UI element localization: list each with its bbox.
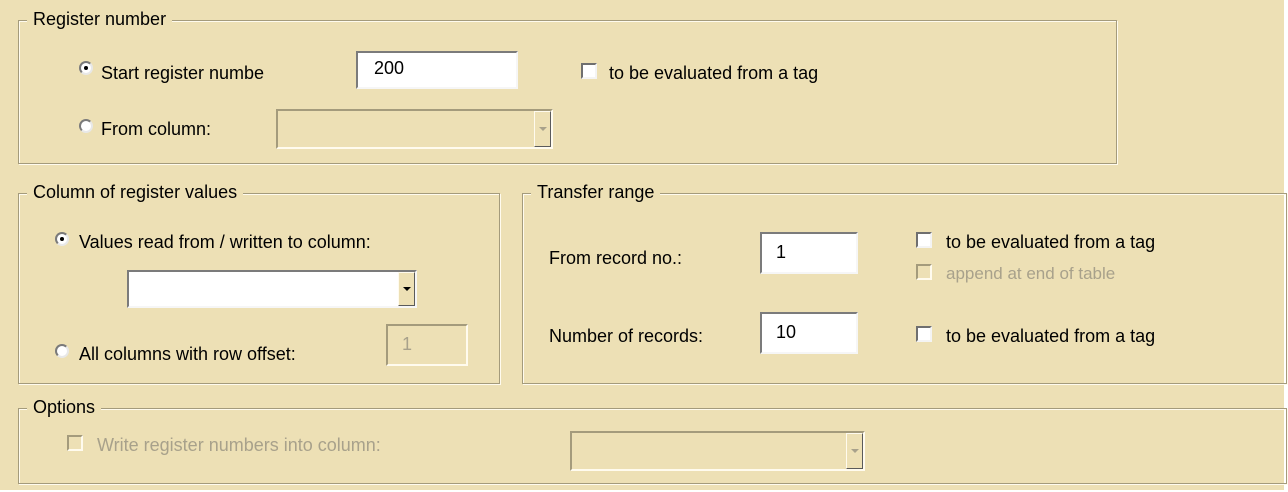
chevron-down-icon: [402, 287, 411, 291]
start-register-radio[interactable]: [79, 61, 93, 75]
values-column-dropdown-button[interactable]: [398, 272, 415, 306]
all-columns-radio[interactable]: [55, 344, 69, 358]
values-rw-radio[interactable]: [55, 232, 69, 246]
transfer-range-title: Transfer range: [531, 180, 661, 204]
from-column-label: From column:: [101, 119, 212, 139]
write-numbers-dropdown-button[interactable]: [846, 433, 863, 469]
start-register-label: Start register numbe: [101, 63, 265, 83]
num-records-label: Number of records:: [549, 326, 704, 346]
values-column-select[interactable]: [127, 270, 417, 308]
append-end-checkbox[interactable]: [916, 264, 932, 280]
from-record-input[interactable]: 1: [760, 232, 858, 274]
write-numbers-checkbox[interactable]: [67, 435, 83, 451]
from-record-eval-checkbox[interactable]: [916, 232, 932, 248]
options-group: Options Write register numbers into colu…: [18, 395, 1287, 484]
append-end-label: append at end of table: [946, 264, 1116, 283]
chevron-down-icon: [538, 127, 547, 131]
num-records-input[interactable]: 10: [760, 312, 858, 354]
chevron-down-icon: [850, 449, 859, 453]
num-records-eval-label: to be evaluated from a tag: [946, 326, 1156, 346]
from-record-label: From record no.:: [549, 248, 683, 268]
write-numbers-column-select[interactable]: [570, 431, 865, 471]
start-register-eval-checkbox[interactable]: [581, 63, 597, 79]
values-rw-label: Values read from / written to column:: [79, 232, 371, 252]
write-numbers-label: Write register numbers into column:: [97, 435, 381, 455]
row-offset-input[interactable]: 1: [386, 324, 468, 366]
register-number-title: Register number: [27, 7, 173, 31]
from-column-dropdown-button[interactable]: [534, 111, 551, 147]
all-columns-label: All columns with row offset:: [79, 344, 296, 364]
from-column-radio[interactable]: [79, 119, 93, 133]
transfer-range-group: Transfer range From record no.: 1 to be …: [522, 180, 1287, 384]
column-values-group: Column of register values Values read fr…: [18, 180, 500, 384]
column-values-title: Column of register values: [27, 180, 244, 204]
from-record-eval-label: to be evaluated from a tag: [946, 232, 1156, 252]
start-register-eval-label: to be evaluated from a tag: [609, 63, 819, 83]
options-title: Options: [27, 395, 102, 419]
from-column-select[interactable]: [276, 109, 553, 149]
num-records-eval-checkbox[interactable]: [916, 326, 932, 342]
start-register-input[interactable]: 200: [356, 51, 518, 89]
register-number-group: Register number Start register numbe 200…: [18, 7, 1117, 164]
